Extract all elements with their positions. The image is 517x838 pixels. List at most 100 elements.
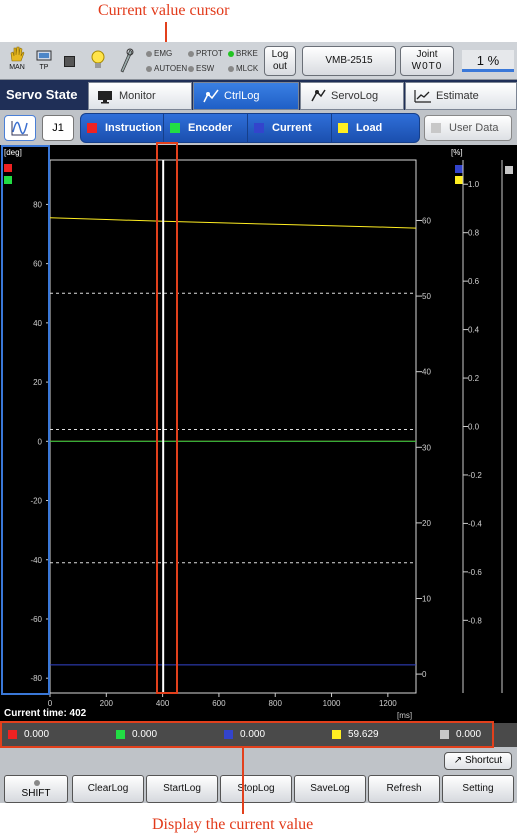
y-mid-tick-label: 10 — [422, 594, 431, 603]
color-swatch — [431, 123, 441, 133]
series-load-line — [49, 217, 417, 229]
mode-hand-icon[interactable]: MAN — [6, 46, 28, 71]
chart-svg[interactable]: [deg] [%]806040200-20-40-60-8060504030201… — [0, 145, 517, 723]
servolog-icon — [309, 88, 326, 102]
ctrl-log-chart[interactable]: [deg] [%] 80 60 40 20 0 -20 -40 -60 -80 60 50 40 30 20 1… — [0, 145, 517, 723]
divider — [247, 114, 248, 142]
setting-button[interactable]: Setting — [442, 775, 514, 803]
color-swatch — [338, 123, 348, 133]
x-tick-label: 1200 — [379, 699, 397, 708]
color-swatch — [254, 123, 264, 133]
indicator-dot — [188, 50, 194, 57]
indicator-brke: BRKE — [228, 49, 258, 58]
clearlog-button[interactable]: ClearLog — [72, 775, 144, 803]
speed-value[interactable]: 1 % — [462, 50, 514, 72]
startlog-button[interactable]: StartLog — [146, 775, 218, 803]
joint-select-button[interactable]: J1 — [42, 115, 74, 141]
tab-label: Monitor — [119, 90, 156, 102]
tab-label: ServoLog — [331, 90, 379, 102]
color-swatch — [170, 123, 180, 133]
current-time-readout: Current time: 402 — [4, 708, 87, 719]
indicator-dot — [188, 65, 194, 72]
teach-pendant-icon[interactable]: TP — [34, 50, 54, 71]
annotation-value-row-box — [0, 721, 494, 748]
annotation-value-pointer — [242, 748, 244, 814]
stop-square-icon[interactable] — [64, 56, 75, 67]
y-right-tick-label: -0.4 — [468, 519, 482, 528]
legend-load-swatch — [455, 176, 463, 184]
indicator-dot-on — [228, 50, 234, 57]
annotation-value-label: Display the current value — [152, 816, 314, 833]
x-tick-label: 200 — [100, 699, 114, 708]
y-mid-tick-label: 40 — [422, 368, 431, 377]
shortcut-button[interactable]: ↗ Shortcut — [444, 752, 512, 770]
ctrllog-icon — [202, 88, 219, 103]
logout-button[interactable]: Log out — [264, 46, 296, 76]
top-status-bar: MAN TP EMG AUTOEN PRTOT ESW BRKE MLCK Lo… — [0, 42, 517, 80]
y-right-tick-label: 0.0 — [468, 423, 480, 432]
legend-user-data-swatch — [505, 166, 513, 174]
y-mid-tick-label: 30 — [422, 443, 431, 452]
divider — [163, 114, 164, 142]
y-right-tick-label: -0.2 — [468, 471, 482, 480]
wrench-icon[interactable] — [118, 48, 134, 79]
user-data-toggle[interactable]: User Data — [424, 115, 512, 141]
indicator-dot — [146, 50, 152, 57]
tab-label: CtrlLog — [224, 90, 260, 102]
stoplog-button[interactable]: StopLog — [220, 775, 292, 803]
lamp-icon[interactable] — [90, 50, 106, 77]
indicator-prtot: PRTOT — [188, 49, 223, 58]
indicator-emg: EMG — [146, 49, 172, 58]
channel-current-toggle[interactable]: Current — [254, 114, 334, 142]
x-tick-label: 0 — [48, 699, 53, 708]
estimate-icon — [414, 88, 431, 103]
axis-highlight-box — [1, 145, 50, 695]
channel-selector-row: J1 Instruction Encoder Current Load User… — [0, 110, 517, 145]
divider — [331, 114, 332, 142]
indicator-mlck: MLCK — [228, 64, 258, 73]
shift-button[interactable]: SHIFT — [4, 775, 68, 803]
refresh-button[interactable]: Refresh — [368, 775, 440, 803]
x-tick-label: 1000 — [323, 699, 341, 708]
indicator-esw: ESW — [188, 64, 214, 73]
line-graph-icon — [11, 121, 28, 136]
tab-monitor[interactable]: Monitor — [88, 82, 192, 110]
shortcut-icon: ↗ — [453, 755, 463, 766]
tab-servolog[interactable]: ServoLog — [300, 82, 404, 110]
legend-current-swatch — [455, 165, 463, 173]
joint-label: Joint — [416, 49, 438, 60]
y-right-tick-label: 0.8 — [468, 229, 480, 238]
channel-instruction-toggle[interactable]: Instruction — [87, 114, 167, 142]
x-tick-label: 400 — [156, 699, 170, 708]
x-tick-label: 600 — [212, 699, 226, 708]
mode-label: MAN — [9, 64, 25, 71]
graph-view-button[interactable] — [4, 115, 36, 141]
tp-label: TP — [39, 64, 49, 71]
y-right-tick-label: -0.8 — [468, 616, 482, 625]
channel-encoder-toggle[interactable]: Encoder — [170, 114, 250, 142]
savelog-button[interactable]: SaveLog — [294, 775, 366, 803]
joint-mode-button[interactable]: Joint W0T0 — [400, 46, 454, 76]
y-mid-tick-label: 0 — [422, 670, 427, 679]
x-tick-label: 800 — [269, 699, 283, 708]
color-swatch — [87, 123, 97, 133]
tab-ctrllog[interactable]: CtrlLog — [193, 82, 299, 110]
footer-button-bar: ↗ Shortcut SHIFT ClearLog StartLog StopL… — [0, 747, 517, 803]
y-right-tick-label: 0.4 — [468, 326, 480, 335]
robot-model-button[interactable]: VMB-2515 — [302, 46, 396, 76]
joint-value: W0T0 — [411, 60, 443, 72]
indicator-auto-en: AUTOEN — [146, 64, 187, 73]
y-mid-tick-label: 50 — [422, 292, 431, 301]
y-right-tick-label: 0.6 — [468, 277, 480, 286]
y-right-tick-label: -0.6 — [468, 568, 482, 577]
y-right-tick-label: 0.2 — [468, 374, 480, 383]
tab-label: Estimate — [436, 90, 479, 102]
tab-estimate[interactable]: Estimate — [405, 82, 517, 110]
channel-load-toggle[interactable]: Load — [338, 114, 418, 142]
page-title: Servo State — [6, 87, 78, 102]
y-mid-tick-label: 60 — [422, 216, 431, 225]
channel-toggle-group: Instruction Encoder Current Load — [80, 113, 420, 143]
shift-led-icon — [34, 780, 40, 786]
x-axis-unit: [ms] — [397, 711, 413, 720]
ctrllog-screen: Current value cursor MAN TP EMG AUTOEN P… — [0, 0, 517, 838]
